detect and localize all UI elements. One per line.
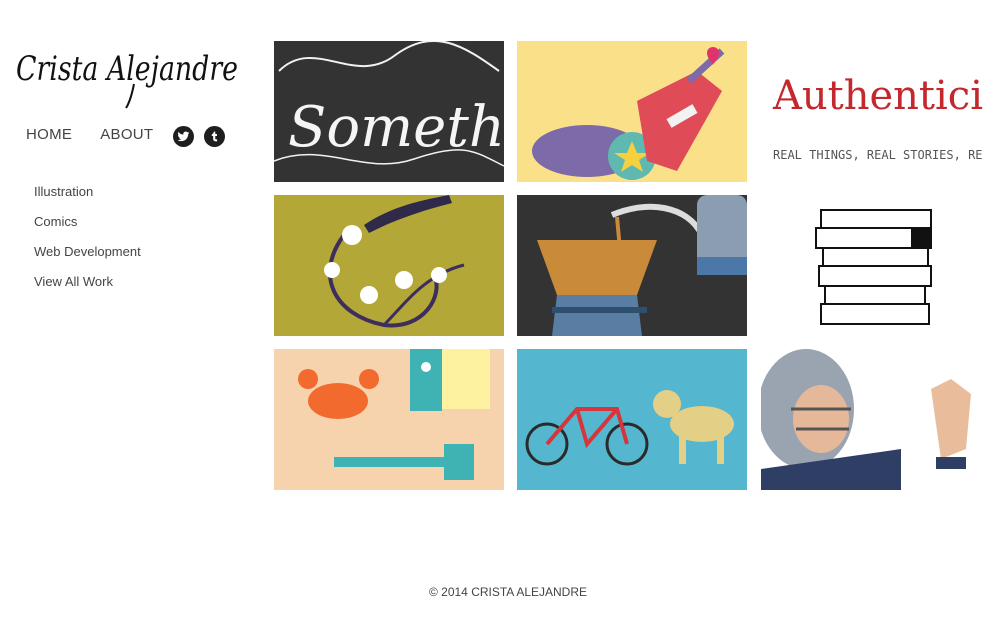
category-view-all-work[interactable]: View All Work (34, 273, 141, 303)
nav-home-link[interactable]: HOME (26, 126, 72, 143)
portfolio-tile-lettering[interactable]: Someth (274, 41, 504, 182)
twitter-icon[interactable] (173, 126, 194, 147)
tile-authenticity-title: Authentici (772, 73, 983, 119)
portfolio-tile-bike-dog[interactable] (517, 349, 747, 490)
main-nav: HOME ABOUT (26, 126, 181, 143)
portfolio-tile-authenticity[interactable]: Authentici REAL THINGS, REAL STORIES, RE (761, 41, 991, 182)
site-logo[interactable]: Crista Alejandre (14, 28, 242, 112)
portfolio-tile-football[interactable] (761, 349, 991, 490)
portfolio-tile-thistle[interactable] (274, 195, 504, 336)
footer-copyright: © 2014 CRISTA ALEJANDRE (428, 585, 587, 599)
social-links (173, 126, 225, 147)
category-list: Illustration Comics Web Development View… (34, 183, 141, 303)
category-illustration[interactable]: Illustration (34, 183, 141, 213)
portfolio-tile-books[interactable] (761, 195, 991, 336)
logo-text: Crista Alejandre (16, 49, 238, 89)
category-comics[interactable]: Comics (34, 213, 141, 243)
portfolio-tile-coffee[interactable] (517, 195, 747, 336)
portfolio-tile-crab[interactable] (274, 349, 504, 490)
tumblr-icon[interactable] (204, 126, 225, 147)
tile-authenticity-subtitle: REAL THINGS, REAL STORIES, RE (773, 148, 983, 162)
portfolio-tile-guitar[interactable] (517, 41, 747, 182)
tile-lettering-text: Someth (288, 95, 504, 160)
category-web-development[interactable]: Web Development (34, 243, 141, 273)
nav-about-link[interactable]: ABOUT (100, 126, 153, 143)
